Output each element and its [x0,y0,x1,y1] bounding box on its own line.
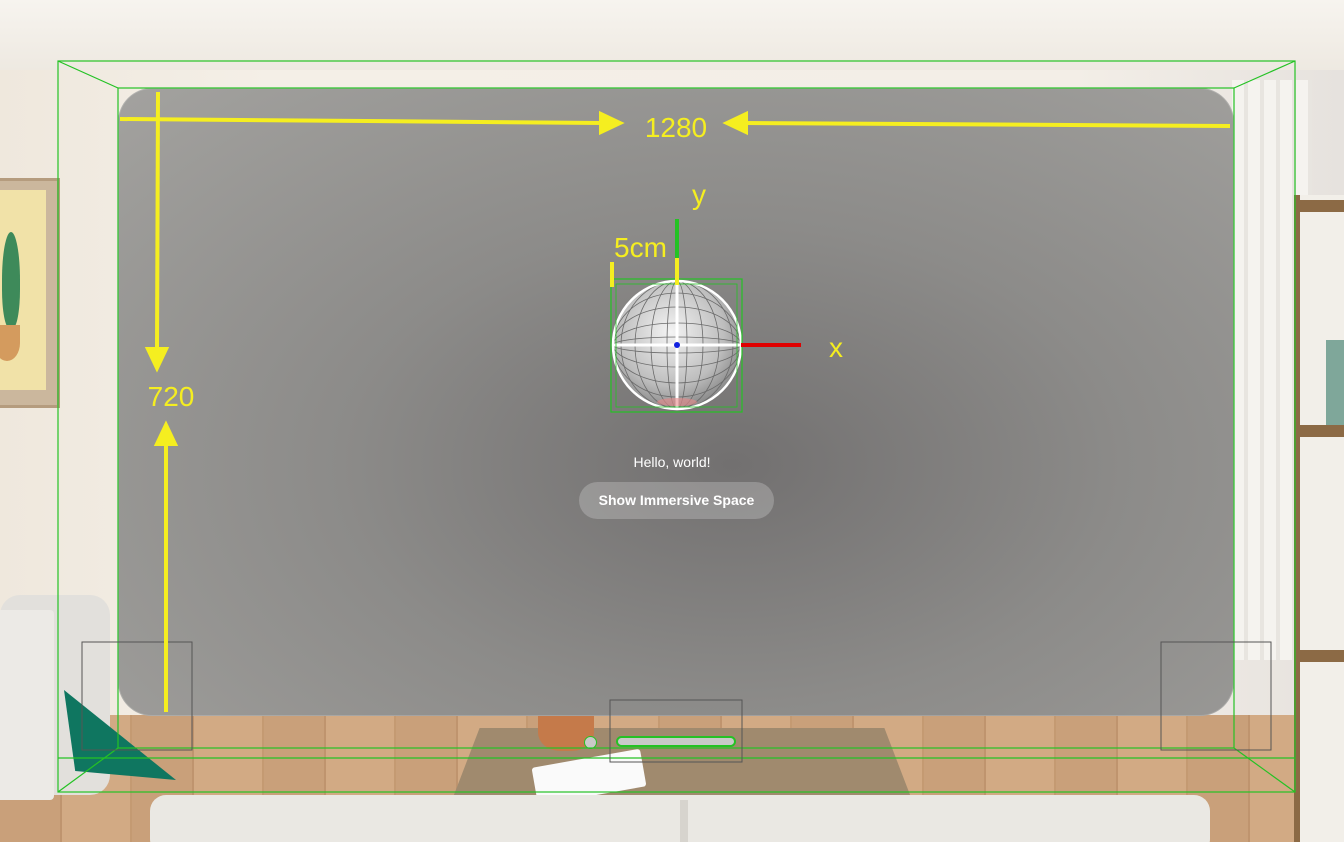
window-bounds-box [57,60,1296,793]
corner-handles [81,641,1272,763]
y-axis-label: y [692,179,706,210]
x-axis-label: x [829,332,843,363]
height-label: 720 [148,381,195,412]
origin-dot [674,342,680,348]
debug-overlay: 1280 720 5cm y x [57,60,1296,793]
scale-label: 5cm [614,232,667,263]
width-label: 1280 [645,112,707,143]
